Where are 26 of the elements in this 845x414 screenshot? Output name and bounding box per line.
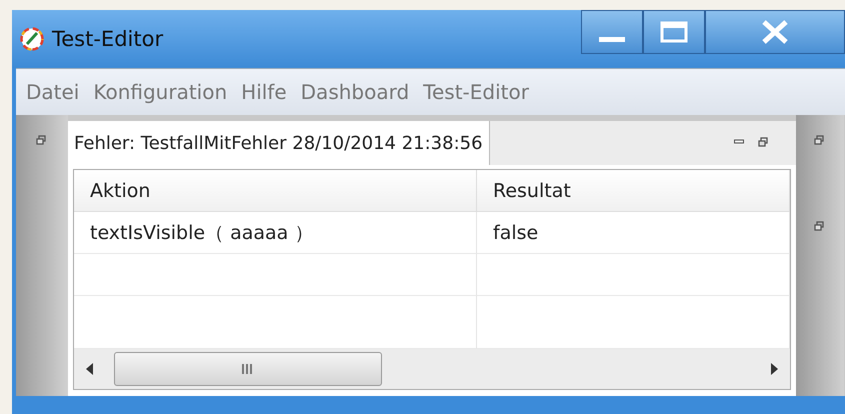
maximize-icon <box>659 20 689 44</box>
table-cell: false <box>477 212 790 254</box>
scroll-left-icon[interactable] <box>86 363 94 375</box>
restore-icon[interactable] <box>758 137 770 149</box>
minimize-button[interactable] <box>581 10 643 54</box>
menu-item[interactable]: Test-Editor <box>423 80 529 104</box>
restore-icon[interactable] <box>814 221 826 233</box>
table-cell: textIsVisible（ aaaaa ） <box>74 212 477 254</box>
restore-icon[interactable] <box>36 135 48 147</box>
minimize-icon <box>599 36 625 42</box>
menu-item[interactable]: Konfiguration <box>93 80 228 104</box>
column-header[interactable]: Resultat <box>477 170 790 212</box>
column-header[interactable]: Aktion <box>74 170 477 212</box>
maximize-button[interactable] <box>643 10 705 54</box>
restore-icon[interactable] <box>814 135 826 147</box>
menu-item[interactable]: Hilfe <box>241 80 287 104</box>
pencil-logo-icon <box>20 27 44 51</box>
horizontal-scrollbar[interactable] <box>74 349 790 389</box>
scroll-thumb[interactable] <box>114 352 382 386</box>
scroll-right-icon[interactable] <box>770 363 778 375</box>
editor-tab[interactable]: Fehler: TestfallMitFehler 28/10/2014 21:38:56 <box>68 121 490 165</box>
close-icon <box>760 20 790 44</box>
window-title: Test-Editor <box>52 27 164 51</box>
menu-item[interactable]: Dashboard <box>300 80 410 104</box>
close-button[interactable] <box>705 10 845 54</box>
menu-item[interactable]: Datei <box>26 80 80 104</box>
